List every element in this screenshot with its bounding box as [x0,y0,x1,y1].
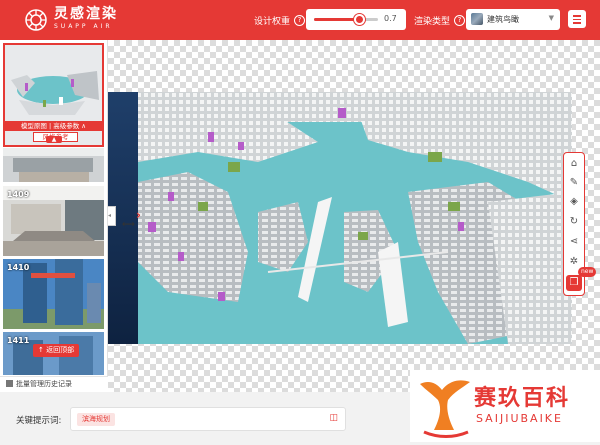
refresh-icon[interactable]: ↻ [566,214,582,230]
edit-icon[interactable]: ✎ [566,175,582,191]
render-type-select[interactable]: 建筑鸟瞰 ▼ [466,9,560,30]
batch-history-label: 批量管理历史记录 [16,380,72,388]
home-icon[interactable]: ⌂ [566,156,582,172]
design-weight-label: 设计权重 ? [254,14,306,27]
watermark-text: 赛玖百科 [474,386,571,411]
slider-thumb[interactable] [353,14,365,25]
brand-name-cn: 灵感渲染 [54,6,118,22]
thumbnail-model[interactable]: 模型原图 | 高级参数 ∧ 风格参考 [3,43,104,147]
thumbnail-tag[interactable]: 模型原图 | 高级参数 ∧ [5,121,102,131]
back-to-top-button[interactable]: ↑ 返回顶部 [33,344,80,357]
design-weight-text: 设计权重 [254,17,291,27]
menu-icon-line [573,22,581,24]
help-icon[interactable]: ? [294,15,306,26]
thumbnail-1410[interactable]: 1410 [3,259,104,329]
render-type-text: 渲染类型 [414,17,451,27]
render-image [108,92,572,344]
cube-icon[interactable]: ❒ [566,275,582,291]
batch-history-button[interactable]: 批量管理历史记录 [0,376,108,392]
prompt-input[interactable]: 滨海规划 ◫ [70,407,346,431]
watermark: 赛玖百科 SAIJIUBAIKE [410,370,600,442]
grid-icon [6,380,13,387]
menu-button[interactable] [568,10,586,28]
collapse-arrow[interactable]: ▲ [46,136,62,143]
render-type-thumbnail [471,13,483,25]
brand-name: 灵感渲染 SUAPP AIR [54,6,118,30]
design-weight-value: 0.7 [384,14,397,23]
watermark-sub: SAIJIUBAIKE [476,412,563,425]
whale-tail-logo-icon [420,380,470,438]
design-weight-slider[interactable]: 0.7 [306,9,406,30]
slider-fill [314,18,359,21]
render-result-image[interactable] [108,92,572,344]
render-type-value: 建筑鸟瞰 [487,15,519,24]
thumbnail-label: 1409 [7,190,30,199]
render-canvas[interactable]: ◂ ⟷ › [108,40,600,392]
render-type-label: 渲染类型 ? [414,14,466,27]
chevron-down-icon: ▼ [548,14,554,22]
top-header: 灵感渲染 SUAPP AIR 设计权重 ? 0.7 渲染类型 ? 建筑鸟瞰 ▼ [0,0,600,40]
chevron-right-icon[interactable]: › [136,208,141,222]
thumbnail-1409[interactable]: 1409 [3,186,104,256]
thumbnail-image [3,148,104,182]
share-icon[interactable]: ⋖ [566,234,582,250]
logo-icon [25,9,47,31]
thumbnail-label: 1410 [7,263,30,272]
new-badge: new [578,267,597,277]
clear-icon[interactable]: ◫ [329,413,338,423]
prompt-chip[interactable]: 滨海规划 [77,413,115,426]
brand-name-en: SUAPP AIR [54,23,113,30]
prompt-label: 关键提示词: [16,416,62,426]
slider-track[interactable] [314,14,378,25]
help-icon[interactable]: ? [454,15,466,26]
menu-icon [573,15,581,17]
layers-icon[interactable]: ◈ [566,194,582,210]
sidebar-collapse-tab[interactable]: ◂ [108,206,116,226]
history-sidebar: 模型原图 | 高级参数 ∧ 风格参考 ▲ 1409 [0,40,108,392]
thumbnail-interior[interactable] [3,148,104,182]
thumbnail-label: 1411 [7,336,30,345]
menu-icon-line [573,18,581,20]
